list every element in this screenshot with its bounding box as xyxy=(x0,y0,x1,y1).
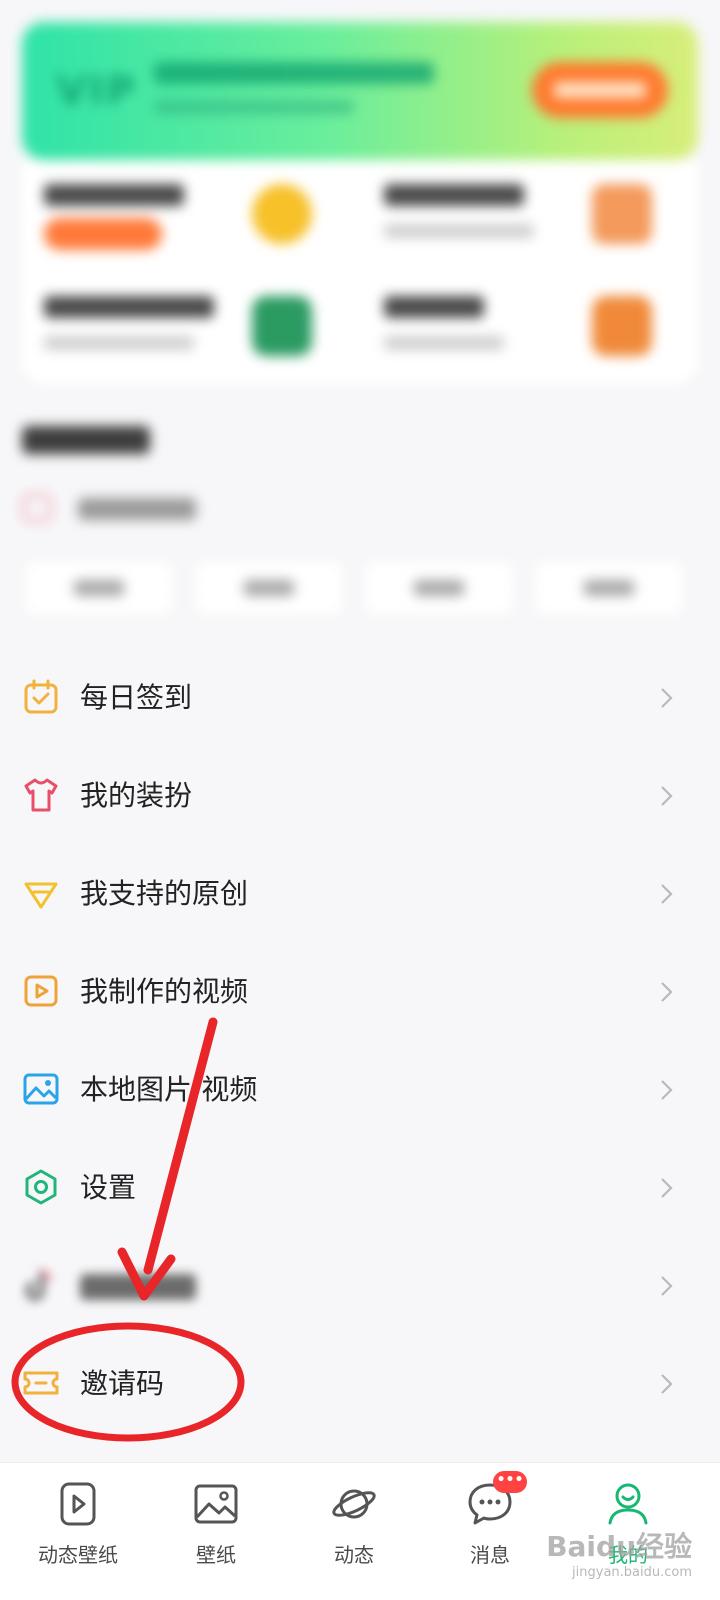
vip-open-button-label-blurred xyxy=(554,82,646,98)
favorite-chip-2[interactable] xyxy=(196,562,342,614)
feature-title-blurred xyxy=(384,296,484,318)
profile-page: VIP 每日签到 我的装扮 我支持的原创 我制作的视频 本地图片/视频 设置 邀… xyxy=(0,0,720,1600)
menu-item-settings[interactable]: 设置 xyxy=(0,1136,720,1234)
live-wallpaper-icon xyxy=(53,1479,103,1529)
wallpaper-icon xyxy=(191,1479,241,1529)
ticket-icon xyxy=(22,1364,60,1402)
vip-subtitle-blurred xyxy=(154,100,354,114)
calendar-check-icon xyxy=(22,678,60,716)
chevron-right-icon xyxy=(654,686,678,710)
hexagon-gear-icon xyxy=(22,1168,60,1206)
nav-tab-feed[interactable]: 动态 xyxy=(294,1479,414,1589)
blurred-header-region: VIP xyxy=(0,0,720,650)
feature-cell-3[interactable] xyxy=(22,276,342,376)
feature-cell-4[interactable] xyxy=(362,276,682,376)
feature-title-blurred xyxy=(44,296,214,318)
nav-tab-label: 动态 xyxy=(334,1543,374,1567)
menu-item-local-media[interactable]: 本地图片/视频 xyxy=(0,1038,720,1136)
chip-text-blurred xyxy=(244,580,294,596)
nav-tab-label: 壁纸 xyxy=(196,1543,236,1567)
feature-sub-blurred xyxy=(384,224,534,238)
menu-item-label: 本地图片/视频 xyxy=(80,1073,258,1106)
menu-item-douyin-blurred[interactable] xyxy=(0,1234,720,1332)
menu-item-invite-code[interactable]: 邀请码 xyxy=(0,1332,720,1430)
chip-text-blurred xyxy=(414,580,464,596)
profile-icon xyxy=(603,1479,653,1529)
nav-tab-label: 动态壁纸 xyxy=(38,1543,118,1567)
feature-sub-blurred xyxy=(44,336,194,350)
image-icon xyxy=(22,1070,60,1108)
chevron-right-icon xyxy=(654,1078,678,1102)
menu-item-label: 邀请码 xyxy=(80,1367,165,1400)
feature-cell-1[interactable] xyxy=(22,164,342,264)
nav-tab-label: 消息 xyxy=(470,1543,510,1567)
menu-item-label: 我制作的视频 xyxy=(80,975,249,1008)
favorites-label-blurred[interactable] xyxy=(78,498,196,520)
vip-logo: VIP xyxy=(56,68,138,114)
planet-icon xyxy=(329,1479,379,1529)
vip-banner[interactable]: VIP xyxy=(22,22,698,160)
nav-tab-messages[interactable]: ••• 消息 xyxy=(430,1471,550,1589)
menu-item-my-videos[interactable]: 我制作的视频 xyxy=(0,940,720,1038)
menu-item-my-outfits[interactable]: 我的装扮 xyxy=(0,744,720,842)
feature-title-blurred xyxy=(384,184,524,206)
nav-tab-wallpaper[interactable]: 壁纸 xyxy=(156,1479,276,1589)
chevron-right-icon xyxy=(654,784,678,808)
chevron-right-icon xyxy=(654,1176,678,1200)
gift-icon xyxy=(592,184,652,244)
favorite-chip-3[interactable] xyxy=(366,562,512,614)
unread-badge: ••• xyxy=(493,1471,527,1493)
feature-sub-blurred xyxy=(384,336,504,350)
feature-cell-2[interactable] xyxy=(362,164,682,264)
baidu-watermark-logo: Baidu经验 jingyan.baidu.com xyxy=(546,1525,692,1580)
watermark-sub: jingyan.baidu.com xyxy=(572,1565,692,1580)
menu-item-daily-checkin[interactable]: 每日签到 xyxy=(0,646,720,744)
menu-item-supported-originals[interactable]: 我支持的原创 xyxy=(0,842,720,940)
chevron-right-icon xyxy=(654,1274,678,1298)
feature-grid-card xyxy=(22,160,698,384)
settings-menu: 每日签到 我的装扮 我支持的原创 我制作的视频 本地图片/视频 设置 邀请码 xyxy=(0,646,720,1430)
message-bubble-icon: ••• xyxy=(465,1471,527,1529)
blurred-text xyxy=(80,1274,196,1300)
tiktok-icon xyxy=(22,1266,60,1304)
level-badge-icon xyxy=(252,296,312,356)
menu-item-label: 每日签到 xyxy=(80,681,193,714)
watermark-main: Baidu经验 xyxy=(546,1530,692,1563)
chevron-right-icon xyxy=(654,980,678,1004)
menu-item-label: 我支持的原创 xyxy=(80,877,249,910)
favorite-chip-4[interactable] xyxy=(536,562,682,614)
menu-item-label: 我的装扮 xyxy=(80,779,193,812)
nav-tab-live-wallpaper[interactable]: 动态壁纸 xyxy=(18,1479,138,1589)
coin-icon xyxy=(252,184,312,244)
menu-item-label-blurred xyxy=(80,1266,196,1306)
chip-text-blurred xyxy=(584,580,634,596)
tshirt-icon xyxy=(22,776,60,814)
feature-title-blurred xyxy=(44,184,184,206)
medal-icon xyxy=(592,296,652,356)
vip-title-blurred xyxy=(154,62,434,84)
chevron-right-icon xyxy=(654,1372,678,1396)
chevron-right-icon xyxy=(654,882,678,906)
heart-icon xyxy=(22,494,52,522)
section-title-blurred xyxy=(22,426,150,454)
chip-text-blurred xyxy=(74,580,124,596)
diamond-icon xyxy=(22,874,60,912)
favorite-chip-1[interactable] xyxy=(26,562,172,614)
menu-item-label: 设置 xyxy=(80,1171,137,1204)
video-play-icon xyxy=(22,972,60,1010)
feature-pill-blurred xyxy=(44,218,162,250)
